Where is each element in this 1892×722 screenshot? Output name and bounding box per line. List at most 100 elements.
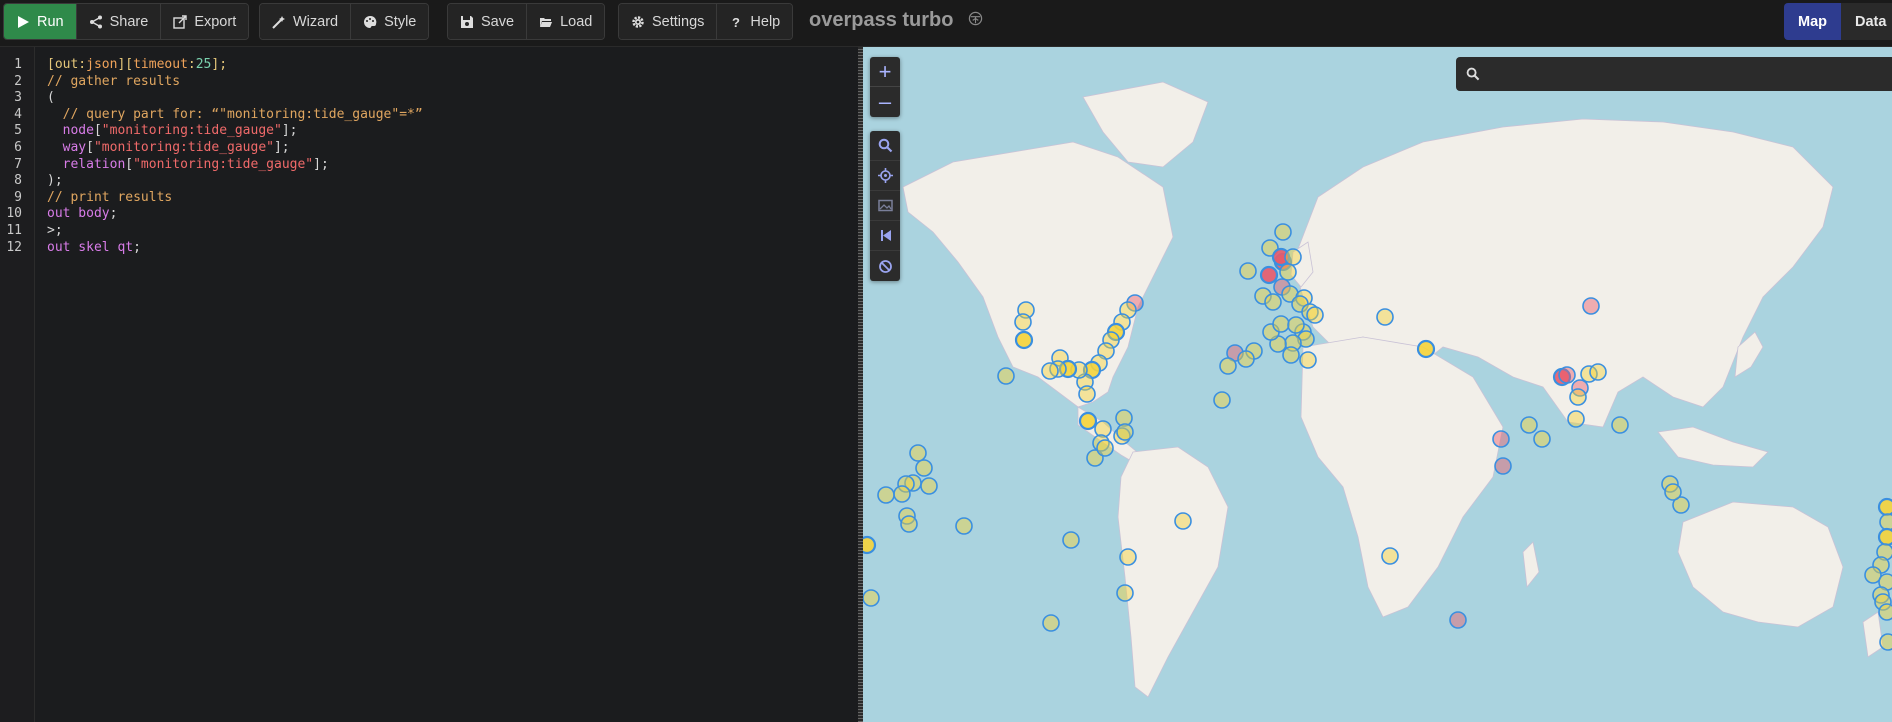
tide-gauge-marker[interactable] [1376,308,1394,326]
tide-gauge-marker[interactable] [1282,346,1300,364]
tide-gauge-marker[interactable] [1299,351,1317,369]
export-button[interactable]: Export [161,4,249,39]
tide-gauge-marker[interactable] [1042,614,1060,632]
clear-tool-button[interactable] [870,251,900,281]
tide-gauge-marker[interactable] [1116,423,1134,441]
tide-gauge-marker[interactable] [1664,483,1682,501]
code-line[interactable]: ( [47,90,55,105]
tide-gauge-marker[interactable] [1279,263,1297,281]
tide-gauge-marker[interactable] [1272,315,1290,333]
tide-gauge-marker[interactable] [1284,248,1302,266]
load-button[interactable]: Load [527,4,605,39]
land-southeast-asia [1657,426,1769,468]
run-group: Run Share Export [3,3,250,40]
tide-gauge-marker[interactable] [920,477,938,495]
settings-button[interactable]: Settings [619,4,718,39]
tide-gauge-marker[interactable] [1213,391,1231,409]
search-tool-button[interactable] [870,131,900,161]
tide-gauge-marker[interactable] [893,485,911,503]
code-token: node [47,123,94,139]
tide-gauge-marker[interactable] [1569,388,1587,406]
settings-group: Settings ? Help [618,3,794,40]
tide-gauge-marker[interactable] [1449,611,1467,629]
code-line[interactable]: out body; [47,206,117,221]
run-label: Run [37,13,64,30]
code-line[interactable]: way["monitoring:tide_gauge"]; [47,140,290,155]
tide-gauge-marker[interactable] [877,486,895,504]
code-line[interactable]: node["monitoring:tide_gauge"]; [47,123,298,139]
save-button[interactable]: Save [448,4,528,39]
tide-gauge-marker[interactable] [909,444,927,462]
tide-gauge-marker[interactable] [1416,339,1436,359]
code-line[interactable]: [out:json][timeout:25]; [47,57,227,72]
tide-gauge-marker[interactable] [1582,297,1600,315]
question-icon: ? [732,15,740,29]
code-line[interactable]: // query part for: “"monitoring:tide_gau… [47,107,423,122]
tide-gauge-marker[interactable] [1014,313,1032,331]
code-line[interactable]: ); [47,173,63,188]
image-tool-button[interactable] [870,191,900,221]
tide-gauge-marker[interactable] [1520,416,1538,434]
tide-gauge-marker[interactable] [1174,512,1192,530]
tide-gauge-marker[interactable] [1041,362,1059,380]
tide-gauge-marker[interactable] [900,515,918,533]
wizard-button[interactable]: Wizard [260,4,352,39]
tide-gauge-marker[interactable] [1879,513,1892,531]
tide-gauge-marker[interactable] [1264,293,1282,311]
tide-gauge-marker[interactable] [1274,223,1292,241]
tide-gauge-marker[interactable] [1877,527,1892,547]
tide-gauge-marker[interactable] [1237,350,1255,368]
tide-gauge-marker[interactable] [1878,603,1892,621]
code-line[interactable]: // gather results [47,74,180,89]
tide-gauge-marker[interactable] [1558,366,1576,384]
tide-gauge-marker[interactable] [1078,411,1098,431]
tide-gauge-marker[interactable] [955,517,973,535]
settings-label: Settings [652,13,705,30]
tide-gauge-marker[interactable] [863,589,880,607]
tide-gauge-marker[interactable] [863,535,877,555]
tide-gauge-marker[interactable] [1259,265,1279,285]
tide-gauge-marker[interactable] [1877,497,1892,517]
query-editor[interactable]: 1 2 3 4 5 6 7 8 9 10 11 12 [out:json][timeout:25]; /… [0,47,858,722]
run-button[interactable]: Run [4,4,77,39]
tide-gauge-marker[interactable] [1611,416,1629,434]
tide-gauge-marker[interactable] [1239,262,1257,280]
tide-gauge-marker[interactable] [1116,584,1134,602]
code-line[interactable]: out skel qt; [47,240,141,255]
tide-gauge-marker[interactable] [1381,547,1399,565]
tide-gauge-marker[interactable] [1078,385,1096,403]
zoom-in-button[interactable]: + [870,57,900,87]
code-line[interactable]: >; [47,223,63,238]
code-line[interactable]: relation["monitoring:tide_gauge"]; [47,157,329,172]
tab-data[interactable]: Data [1841,3,1892,40]
skip-back-tool-button[interactable] [870,221,900,251]
tide-gauge-marker[interactable] [1879,633,1892,651]
code-line[interactable]: // print results [47,190,172,205]
map-view[interactable]: + – [863,47,1892,722]
map-search-input[interactable] [1488,66,1868,82]
tide-gauge-marker[interactable] [1219,357,1237,375]
tide-gauge-marker[interactable] [1119,548,1137,566]
svg-text:?: ? [732,15,740,29]
tide-gauge-marker[interactable] [1589,363,1607,381]
zoom-out-button[interactable]: – [870,87,900,117]
tide-gauge-marker[interactable] [1567,410,1585,428]
palette-icon [364,15,377,28]
tide-gauge-marker[interactable] [1014,330,1034,350]
locate-tool-button[interactable] [870,161,900,191]
help-button[interactable]: ? Help [717,4,793,39]
tab-map[interactable]: Map [1784,3,1841,40]
tide-gauge-marker[interactable] [1494,457,1512,475]
tide-gauge-marker[interactable] [915,459,933,477]
tide-gauge-marker[interactable] [1492,430,1510,448]
tide-gauge-marker[interactable] [1287,316,1305,334]
search-icon [1466,67,1480,81]
tide-gauge-marker[interactable] [1306,306,1324,324]
style-button[interactable]: Style [351,4,429,39]
tide-gauge-marker[interactable] [1533,430,1551,448]
tide-gauge-marker[interactable] [1096,439,1114,457]
tide-gauge-marker[interactable] [1062,531,1080,549]
share-button[interactable]: Share [76,4,162,39]
tide-gauge-marker[interactable] [997,367,1015,385]
save-label: Save [481,13,515,30]
